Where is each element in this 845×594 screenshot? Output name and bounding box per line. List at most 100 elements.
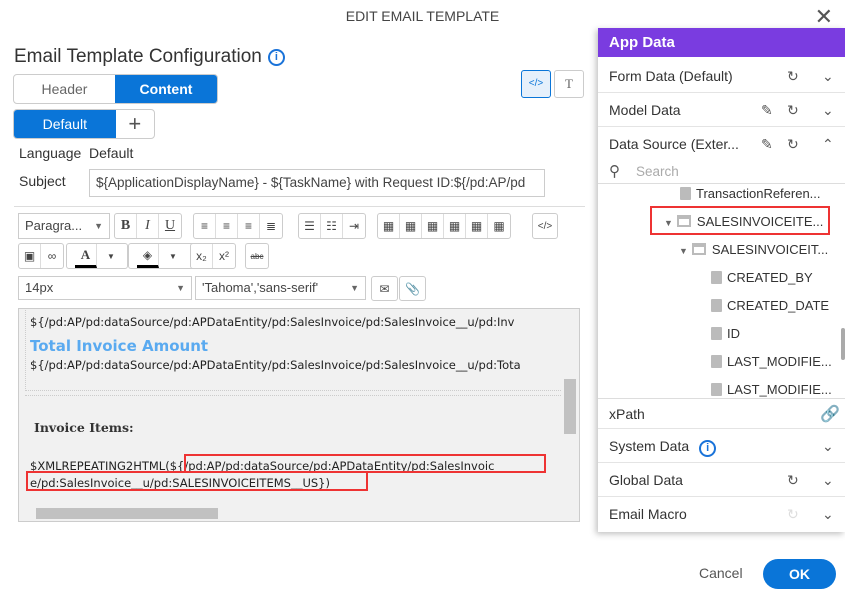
close-icon[interactable]: ✕ bbox=[815, 4, 833, 30]
language-label: Language bbox=[19, 145, 82, 161]
source-code-button[interactable]: </> bbox=[533, 214, 557, 238]
refresh-icon[interactable]: ↻ bbox=[787, 127, 799, 161]
app-data-title: App Data bbox=[598, 28, 845, 57]
add-language-button[interactable]: + bbox=[116, 110, 154, 138]
font-color-button[interactable]: A ▼ bbox=[66, 243, 128, 269]
numbered-list-icon[interactable]: ☷ bbox=[321, 214, 343, 238]
tree-label: SALESINVOICEIT... bbox=[711, 242, 829, 257]
refresh-icon[interactable]: ↻ bbox=[787, 463, 799, 497]
attach-group: 📎 bbox=[399, 276, 426, 301]
tree-item[interactable]: ▼ SALESINVOICEIT... bbox=[679, 242, 828, 257]
tree-label: CREATED_BY bbox=[727, 270, 813, 285]
delete-col-icon[interactable]: ▦ bbox=[488, 214, 510, 238]
vertical-scrollbar[interactable] bbox=[562, 309, 579, 505]
group-icon bbox=[691, 243, 706, 255]
highlight-box bbox=[26, 471, 368, 491]
section-email-macro[interactable]: Email Macro ↻ ⌄ bbox=[598, 497, 845, 531]
tree-item[interactable]: CREATED_DATE bbox=[711, 298, 829, 313]
section-model-data[interactable]: Model Data ✎ ↻ ⌄ bbox=[598, 93, 845, 127]
chevron-down-icon[interactable]: ⌄ bbox=[822, 463, 834, 497]
edit-icon[interactable]: ✎ bbox=[761, 127, 773, 161]
tree-item[interactable]: LAST_MODIFIE... bbox=[711, 382, 832, 397]
section-label: Form Data (Default) bbox=[609, 68, 733, 84]
cancel-button[interactable]: Cancel bbox=[699, 565, 743, 581]
email-check-icon[interactable]: ✉ bbox=[372, 277, 397, 300]
insert-row-after-icon[interactable]: ▦ bbox=[444, 214, 466, 238]
tree-item[interactable]: LAST_MODIFIE... bbox=[711, 354, 832, 369]
field-icon bbox=[711, 327, 722, 340]
section-form-data[interactable]: Form Data (Default) ↻ ⌄ bbox=[598, 59, 845, 93]
font-color-icon: A bbox=[75, 244, 97, 268]
section-global-data[interactable]: Global Data ↻ ⌄ bbox=[598, 463, 845, 497]
indent-icon[interactable]: ⇥ bbox=[343, 214, 365, 238]
tree-item[interactable]: TransactionReferen... bbox=[680, 186, 821, 201]
align-justify-icon[interactable]: ≣ bbox=[260, 214, 282, 238]
section-data-source[interactable]: Data Source (Exter... ✎ ↻ ⌃ bbox=[598, 127, 845, 161]
chevron-down-icon[interactable]: ⌄ bbox=[822, 59, 834, 93]
field-icon bbox=[711, 383, 722, 396]
section-label: Global Data bbox=[609, 472, 683, 488]
refresh-icon[interactable]: ↻ bbox=[787, 93, 799, 127]
insert-row-before-icon[interactable]: ▦ bbox=[422, 214, 444, 238]
xpath-row: xPath 🔗 bbox=[598, 398, 845, 429]
delete-row-icon[interactable]: ▦ bbox=[466, 214, 488, 238]
info-icon[interactable]: i bbox=[267, 49, 285, 66]
media-group: ▣ ∞ bbox=[18, 243, 64, 269]
section-label: Data Source (Exter... bbox=[609, 136, 739, 152]
attachment-icon[interactable]: 📎 bbox=[400, 277, 425, 300]
chevron-up-icon[interactable]: ⌃ bbox=[822, 127, 834, 161]
html-view-icon[interactable]: </> bbox=[521, 70, 551, 98]
insert-col-before-icon[interactable]: ▦ bbox=[378, 214, 400, 238]
insert-group: ✉ bbox=[371, 276, 398, 301]
font-size-value: 14px bbox=[25, 280, 54, 295]
section-label: System Data bbox=[609, 438, 690, 454]
strikethrough-button[interactable]: abc bbox=[246, 244, 268, 268]
field-icon bbox=[711, 271, 722, 284]
field-icon bbox=[680, 187, 691, 200]
bg-color-button[interactable]: ◈ ▼ bbox=[128, 243, 198, 269]
field-icon bbox=[711, 299, 722, 312]
tree-item[interactable]: CREATED_BY bbox=[711, 270, 813, 285]
search-input[interactable]: ⚲ Search bbox=[598, 161, 845, 184]
chevron-down-icon[interactable]: ⌄ bbox=[822, 497, 834, 531]
superscript-icon[interactable]: x² bbox=[213, 244, 235, 268]
edit-icon[interactable]: ✎ bbox=[761, 93, 773, 127]
refresh-icon[interactable]: ↻ bbox=[787, 59, 799, 93]
tab-default[interactable]: Default bbox=[14, 110, 116, 138]
info-icon[interactable]: i bbox=[699, 440, 717, 457]
tree-item[interactable]: ID bbox=[711, 326, 740, 341]
text-view-icon[interactable]: T bbox=[554, 70, 584, 98]
subject-input[interactable]: ${ApplicationDisplayName} - ${TaskName} … bbox=[89, 169, 545, 197]
font-size-select[interactable]: 14px ▼ bbox=[18, 276, 192, 300]
section-system-data[interactable]: System Data i ⌄ bbox=[598, 429, 845, 463]
content-editor[interactable]: ${/pd:AP/pd:dataSource/pd:APDataEntity/p… bbox=[18, 308, 580, 522]
align-left-icon[interactable]: ≡ bbox=[194, 214, 216, 238]
chevron-down-icon[interactable]: ⌄ bbox=[822, 429, 834, 463]
font-family-select[interactable]: 'Tahoma','sans-serif' ▼ bbox=[195, 276, 366, 300]
ok-button[interactable]: OK bbox=[763, 559, 836, 589]
font-family-value: 'Tahoma','sans-serif' bbox=[202, 280, 319, 295]
align-center-icon[interactable]: ≡ bbox=[216, 214, 238, 238]
align-right-icon[interactable]: ≡ bbox=[238, 214, 260, 238]
subscript-icon[interactable]: x₂ bbox=[191, 244, 213, 268]
bold-button[interactable]: B bbox=[115, 214, 137, 238]
tree-scrollbar[interactable] bbox=[841, 328, 845, 360]
chevron-down-icon[interactable]: ⌄ bbox=[822, 93, 834, 127]
format-group: B I U bbox=[114, 213, 182, 239]
tab-header[interactable]: Header bbox=[14, 75, 115, 103]
scroll-thumb[interactable] bbox=[36, 508, 218, 519]
caret-down-icon[interactable]: ▼ bbox=[679, 246, 688, 256]
paragraph-select[interactable]: Paragra... ▼ bbox=[18, 213, 110, 239]
underline-button[interactable]: U bbox=[159, 214, 181, 238]
italic-button[interactable]: I bbox=[137, 214, 159, 238]
insert-col-after-icon[interactable]: ▦ bbox=[400, 214, 422, 238]
link-icon[interactable]: ∞ bbox=[41, 244, 63, 268]
bullet-list-icon[interactable]: ☰ bbox=[299, 214, 321, 238]
scroll-thumb[interactable] bbox=[564, 379, 576, 434]
editor-heading-total: Total Invoice Amount bbox=[30, 337, 209, 355]
horizontal-scrollbar[interactable] bbox=[19, 505, 562, 521]
image-icon[interactable]: ▣ bbox=[19, 244, 41, 268]
xpath-label: xPath bbox=[609, 406, 645, 422]
link-icon[interactable]: 🔗 bbox=[820, 399, 840, 430]
tab-content[interactable]: Content bbox=[115, 75, 217, 103]
